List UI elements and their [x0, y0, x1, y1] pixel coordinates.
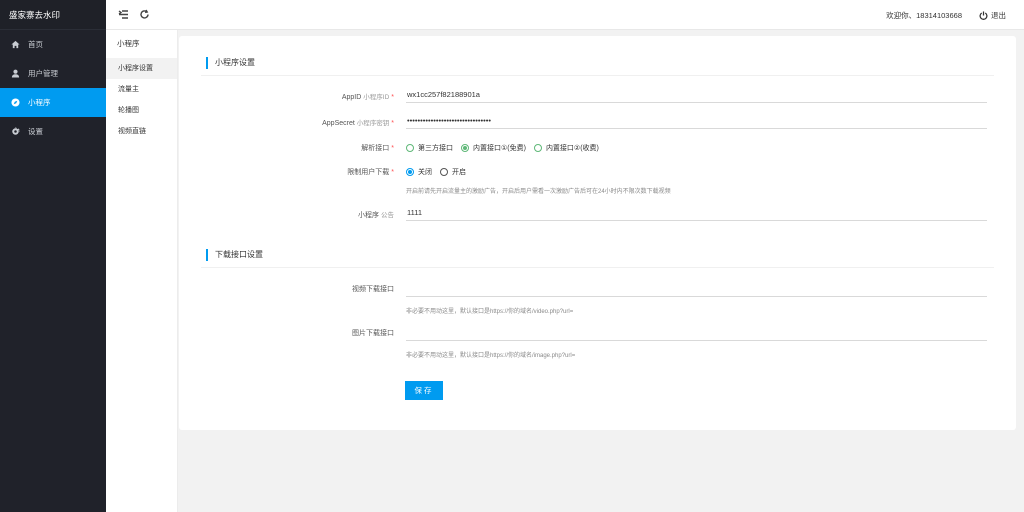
video-api-input[interactable]	[406, 280, 987, 297]
compass-icon	[10, 98, 20, 108]
appsecret-label: AppSecret 小程序密钥 *	[322, 120, 394, 127]
home-icon	[10, 40, 20, 50]
logout-label: 退出	[991, 11, 1006, 20]
save-button[interactable]: 保存	[405, 381, 443, 400]
power-icon	[979, 11, 988, 20]
image-api-label: 图片下载接口	[352, 330, 394, 337]
subnav-item-video-link[interactable]: 视频直链	[106, 121, 177, 142]
limit-download-hint: 开启前请先开启流量主的激励广告，开启后用户需看一次激励广告后可在24小时内不限次…	[406, 189, 671, 195]
menu-collapse-icon[interactable]	[118, 9, 129, 20]
appsecret-input[interactable]	[406, 112, 987, 129]
app-logo: 盛家寨去水印	[0, 0, 106, 30]
sidebar-item-home[interactable]: 首页	[0, 30, 106, 59]
sidebar-item-label: 小程序	[28, 98, 51, 107]
divider	[201, 267, 994, 268]
section-title-download: 下载接口设置	[206, 249, 263, 261]
radio-circle	[533, 144, 542, 152]
limit-option-on[interactable]: 开启	[440, 167, 466, 177]
appid-label: AppID 小程序ID *	[341, 94, 394, 101]
video-api-hint: 非必要不用动这里，默认接口是https://你的域名/video.php?url…	[406, 309, 574, 315]
divider	[201, 75, 994, 76]
logout-button[interactable]: 退出	[979, 10, 1006, 21]
limit-download-label: 限制用户下载 *	[347, 169, 394, 176]
api-option-builtin-paid[interactable]: 内置接口②(收费)	[533, 143, 599, 153]
sub-nav-title: 小程序	[117, 39, 140, 48]
gear-icon	[10, 127, 20, 137]
settings-card: 小程序设置 AppID 小程序ID* AppSecret 小程序密钥* 解析接口…	[179, 36, 1016, 430]
refresh-icon[interactable]	[139, 9, 150, 20]
image-api-input[interactable]	[406, 324, 987, 341]
subnav-item-traffic[interactable]: 流量主	[106, 79, 177, 100]
limit-radio-group: 关闭 开启	[406, 167, 474, 177]
sidebar-item-label: 用户管理	[28, 69, 58, 78]
api-label: 解析接口 *	[361, 145, 394, 152]
radio-circle	[406, 144, 414, 152]
appid-input[interactable]	[406, 86, 987, 103]
sidebar-item-settings[interactable]: 设置	[0, 117, 106, 146]
subnav-item-miniprogram-settings[interactable]: 小程序设置	[106, 58, 177, 79]
user-icon	[10, 69, 20, 79]
subnav-item-carousel[interactable]: 轮播图	[106, 100, 177, 121]
limit-option-off[interactable]: 关闭	[406, 167, 432, 177]
sub-nav: 小程序 小程序设置 流量主 轮播图 视频直链	[106, 30, 178, 512]
radio-circle	[440, 168, 448, 176]
image-api-hint: 非必要不用动这里，默认接口是https://你的域名/image.php?url…	[406, 353, 576, 359]
api-option-builtin-free[interactable]: 内置接口①(免费)	[461, 143, 526, 153]
video-api-label: 视频下载接口	[352, 286, 394, 293]
notice-input[interactable]	[406, 204, 987, 221]
radio-circle	[406, 168, 414, 176]
radio-circle	[461, 144, 469, 152]
welcome-text: 欢迎你、18314103668	[886, 11, 962, 20]
sidebar-item-miniprogram[interactable]: 小程序	[0, 88, 106, 117]
notice-label: 小程序 公告	[358, 212, 394, 219]
sidebar-item-users[interactable]: 用户管理	[0, 59, 106, 88]
sidebar-item-label: 首页	[28, 40, 43, 49]
api-radio-group: 第三方接口 内置接口①(免费) 内置接口②(收费)	[406, 143, 607, 153]
top-bar: 欢迎你、18314103668 退出	[106, 0, 1024, 30]
api-option-third-party[interactable]: 第三方接口	[406, 143, 453, 153]
sidebar-item-label: 设置	[28, 127, 43, 136]
sidebar: 盛家寨去水印 首页 用户管理 小程序 设置	[0, 0, 106, 512]
section-title-miniprogram: 小程序设置	[206, 57, 255, 69]
